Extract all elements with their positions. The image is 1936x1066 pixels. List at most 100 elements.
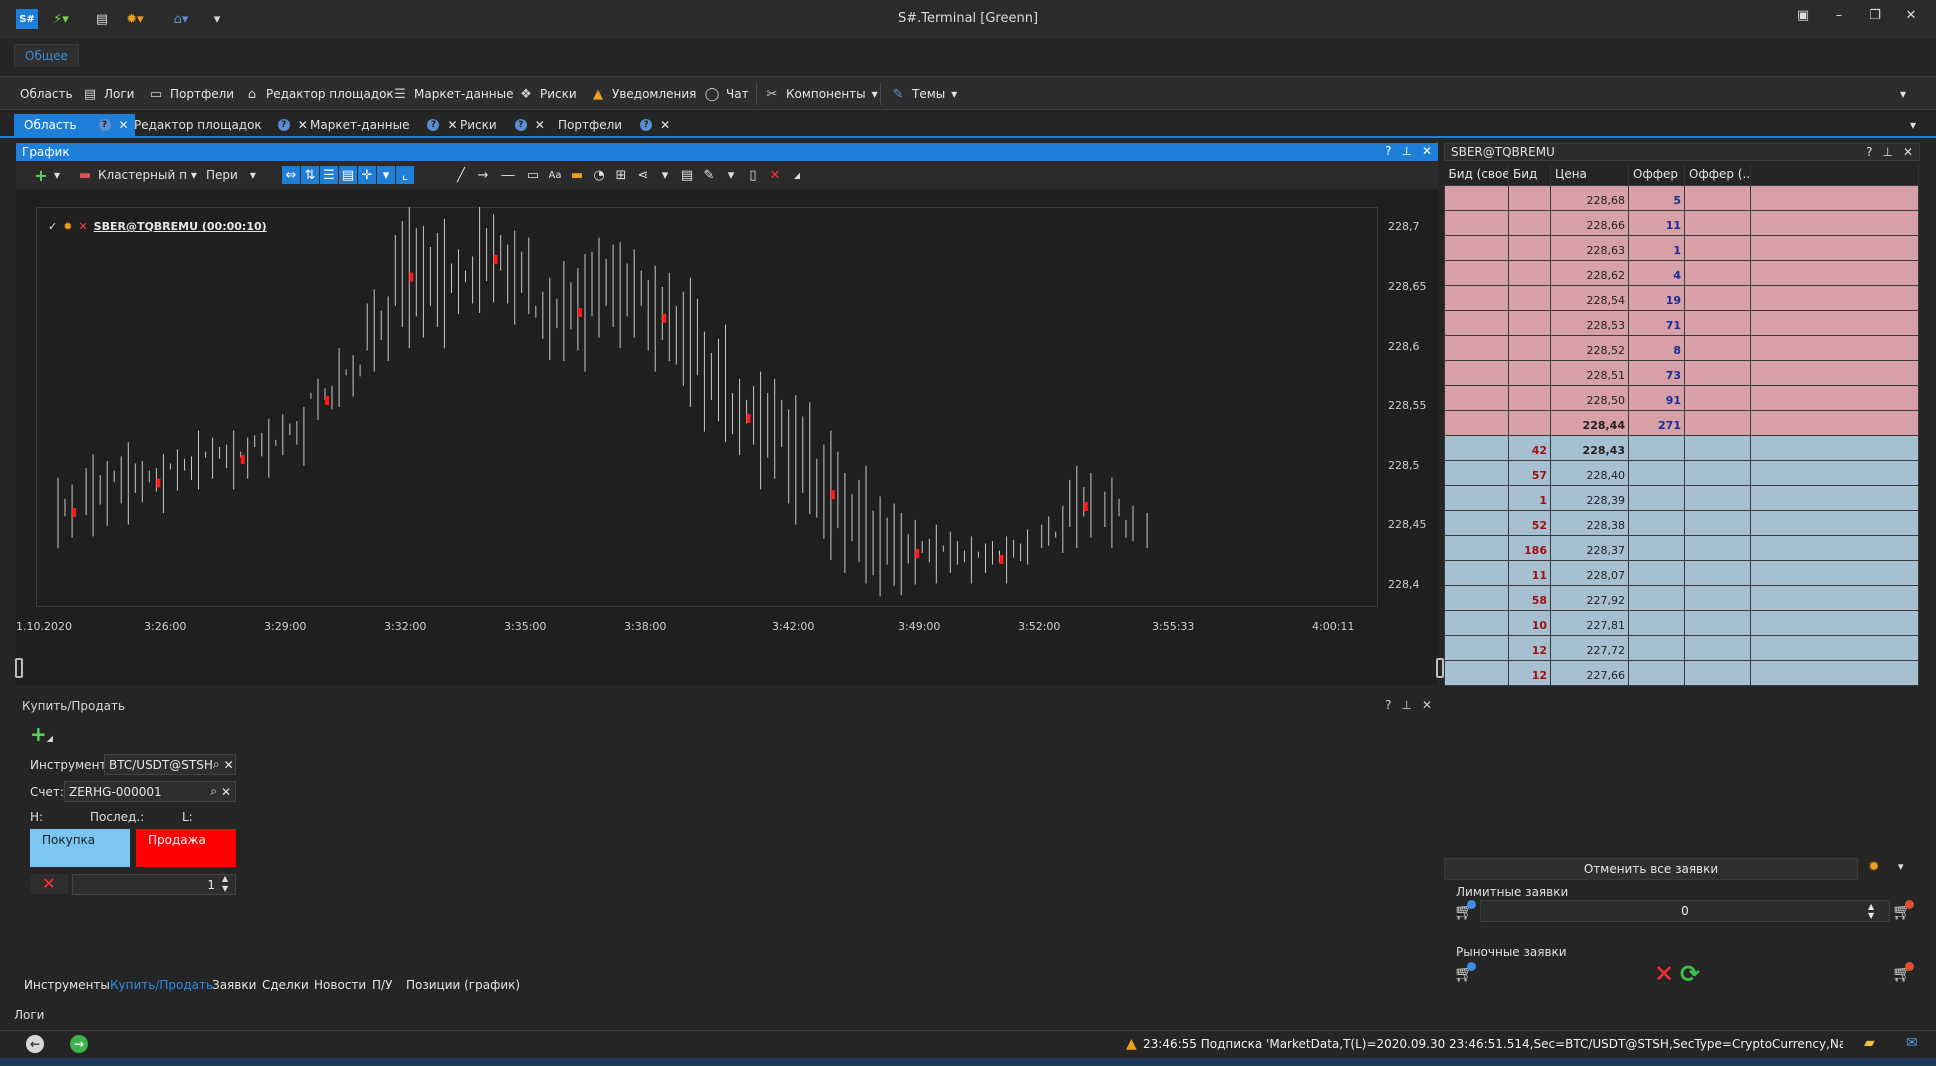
close-window-button[interactable]: ✕ xyxy=(1898,8,1924,28)
bid-row[interactable]: 52 228,38 xyxy=(1444,509,1919,536)
spacer-cell[interactable] xyxy=(1750,334,1919,361)
toolbar-chat-button[interactable]: ◯ Чат xyxy=(704,84,749,104)
candle[interactable] xyxy=(985,536,1008,584)
own-offer-cell[interactable] xyxy=(1684,409,1751,436)
toolbar-overflow-icon[interactable]: ▾ xyxy=(1900,84,1906,104)
offer-volume-cell[interactable] xyxy=(1628,634,1685,661)
price-cell[interactable]: 228,50 xyxy=(1550,384,1629,411)
own-bid-cell[interactable] xyxy=(1444,509,1509,536)
pin-icon[interactable]: ⊥ xyxy=(1401,698,1411,712)
gauge-icon[interactable]: ◔ xyxy=(590,166,608,184)
stepper-arrows-icon[interactable]: ▲ ▼ xyxy=(222,874,228,894)
offer-volume-cell[interactable] xyxy=(1628,509,1685,536)
offer-volume-cell[interactable] xyxy=(1628,609,1685,636)
minimize-button[interactable]: – xyxy=(1826,8,1852,28)
offer-volume-cell[interactable]: 91 xyxy=(1628,384,1685,411)
chevron-down-icon[interactable]: ▾ xyxy=(1898,860,1904,873)
candle[interactable] xyxy=(338,348,361,407)
bid-row[interactable]: 42 228,43 xyxy=(1444,434,1919,461)
help-icon[interactable]: ? xyxy=(98,119,111,131)
overflow-icon[interactable]: ◢ xyxy=(788,166,806,184)
offer-volume-cell[interactable]: 11 xyxy=(1628,209,1685,236)
refresh-icon[interactable]: ⟳ xyxy=(1680,960,1700,988)
candle[interactable] xyxy=(675,277,698,407)
candle[interactable] xyxy=(113,442,136,525)
ask-row[interactable]: 228,44 271 xyxy=(1444,409,1919,436)
price-cell[interactable]: 228,54 xyxy=(1550,284,1629,311)
candle[interactable] xyxy=(956,536,979,584)
highlight-icon[interactable]: ▬ xyxy=(568,166,586,184)
tab-buy-sell[interactable]: Купить/Продать xyxy=(110,978,213,992)
candle[interactable] xyxy=(900,512,923,596)
search-icon[interactable]: ⌕ xyxy=(210,784,217,799)
bid-volume-cell[interactable] xyxy=(1508,334,1551,361)
doc-tabs-overflow-icon[interactable]: ▾ xyxy=(1900,114,1922,136)
candle[interactable] xyxy=(647,265,670,372)
own-bid-cell[interactable] xyxy=(1444,259,1509,286)
spacer-cell[interactable] xyxy=(1750,309,1919,336)
doc-tab-market-data[interactable]: Маркет-данные? ✕ xyxy=(300,114,464,136)
limit-buy-cart-icon[interactable]: 🛒︎ xyxy=(1452,900,1476,922)
offer-volume-cell[interactable]: 71 xyxy=(1628,309,1685,336)
bid-row[interactable]: 12 227,66 xyxy=(1444,659,1919,686)
own-bid-cell[interactable] xyxy=(1444,384,1509,411)
own-bid-cell[interactable] xyxy=(1444,209,1509,236)
candle[interactable] xyxy=(1098,477,1120,549)
crosshair-icon[interactable]: ✛ xyxy=(358,166,376,184)
gear-icon[interactable]: ✹ xyxy=(63,220,72,233)
bid-row[interactable]: 1 228,39 xyxy=(1444,484,1919,511)
help-icon[interactable]: ? xyxy=(514,119,527,131)
offer-volume-cell[interactable]: 73 xyxy=(1628,359,1685,386)
own-offer-cell[interactable] xyxy=(1684,434,1751,461)
chart-plot[interactable] xyxy=(36,207,1378,607)
bid-row[interactable]: 58 227,92 xyxy=(1444,584,1919,611)
candle-type-dropdown[interactable]: ▬ Кластерный п ▾ xyxy=(76,165,197,185)
offer-volume-cell[interactable] xyxy=(1628,534,1685,561)
doc-tab-board-editor[interactable]: Редактор площадок? ✕ xyxy=(124,114,314,136)
own-offer-cell[interactable] xyxy=(1684,234,1751,261)
own-bid-cell[interactable] xyxy=(1444,334,1509,361)
bid-volume-cell[interactable] xyxy=(1508,359,1551,386)
folder-icon[interactable]: ▰ xyxy=(1864,1035,1875,1051)
toolbar-portfolios-button[interactable]: ▭ Портфели xyxy=(148,84,234,104)
own-bid-cell[interactable] xyxy=(1444,634,1509,661)
chart-left-scroll-handle[interactable] xyxy=(15,658,23,678)
tab-orders[interactable]: Заявки xyxy=(212,978,256,992)
own-bid-cell[interactable] xyxy=(1444,409,1509,436)
stepper-arrows-icon[interactable]: ▲ ▼ xyxy=(1868,902,1874,920)
offer-volume-cell[interactable]: 4 xyxy=(1628,259,1685,286)
maximize-button[interactable]: ❐ xyxy=(1862,8,1888,28)
candle[interactable] xyxy=(198,430,221,490)
toolbar-components-button[interactable]: ✂ Компоненты ▾ xyxy=(764,84,878,104)
gear-icon[interactable]: ✹ xyxy=(1868,859,1880,875)
help-icon[interactable]: ? xyxy=(1385,698,1391,712)
doc-tab-risks[interactable]: Риски? ✕ xyxy=(450,114,551,136)
bid-row[interactable]: 57 228,40 xyxy=(1444,459,1919,486)
candle[interactable] xyxy=(591,237,614,338)
tag-icon[interactable]: ✎ xyxy=(700,166,718,184)
bid-volume-cell[interactable] xyxy=(1508,184,1551,211)
add-order-button[interactable]: +◢ xyxy=(30,722,53,746)
bid-volume-cell[interactable] xyxy=(1508,409,1551,436)
candle[interactable] xyxy=(816,430,839,560)
own-offer-cell[interactable] xyxy=(1684,459,1751,486)
bid-volume-cell[interactable]: 52 xyxy=(1508,509,1551,536)
line-draw-icon[interactable]: ╱ xyxy=(452,166,470,184)
doc-tab-portfolios[interactable]: Портфели? ✕ xyxy=(548,114,676,136)
tab-pnl[interactable]: П/У xyxy=(372,978,392,992)
close-icon[interactable]: ✕ xyxy=(1422,144,1432,158)
cancel-market-icon[interactable]: ✕ xyxy=(1654,960,1674,988)
tab-news[interactable]: Новости xyxy=(314,978,366,992)
remove-all-icon[interactable]: ✕ xyxy=(766,166,784,184)
search-icon[interactable]: ⌕ xyxy=(213,757,220,772)
own-bid-cell[interactable] xyxy=(1444,484,1509,511)
candle[interactable] xyxy=(703,324,726,443)
candle[interactable] xyxy=(760,371,783,490)
toolbar-market-data-button[interactable]: ☰ Маркет-данные xyxy=(392,84,513,104)
bid-volume-cell[interactable]: 11 xyxy=(1508,559,1551,586)
candle[interactable] xyxy=(141,454,164,513)
toolbar-board-editor-button[interactable]: ⌂ Редактор площадок xyxy=(244,84,394,104)
axis-icon[interactable]: ⌞ xyxy=(396,166,414,184)
bid-volume-cell[interactable]: 12 xyxy=(1508,659,1551,686)
limit-sell-cart-icon[interactable]: 🛒︎ xyxy=(1890,900,1914,922)
